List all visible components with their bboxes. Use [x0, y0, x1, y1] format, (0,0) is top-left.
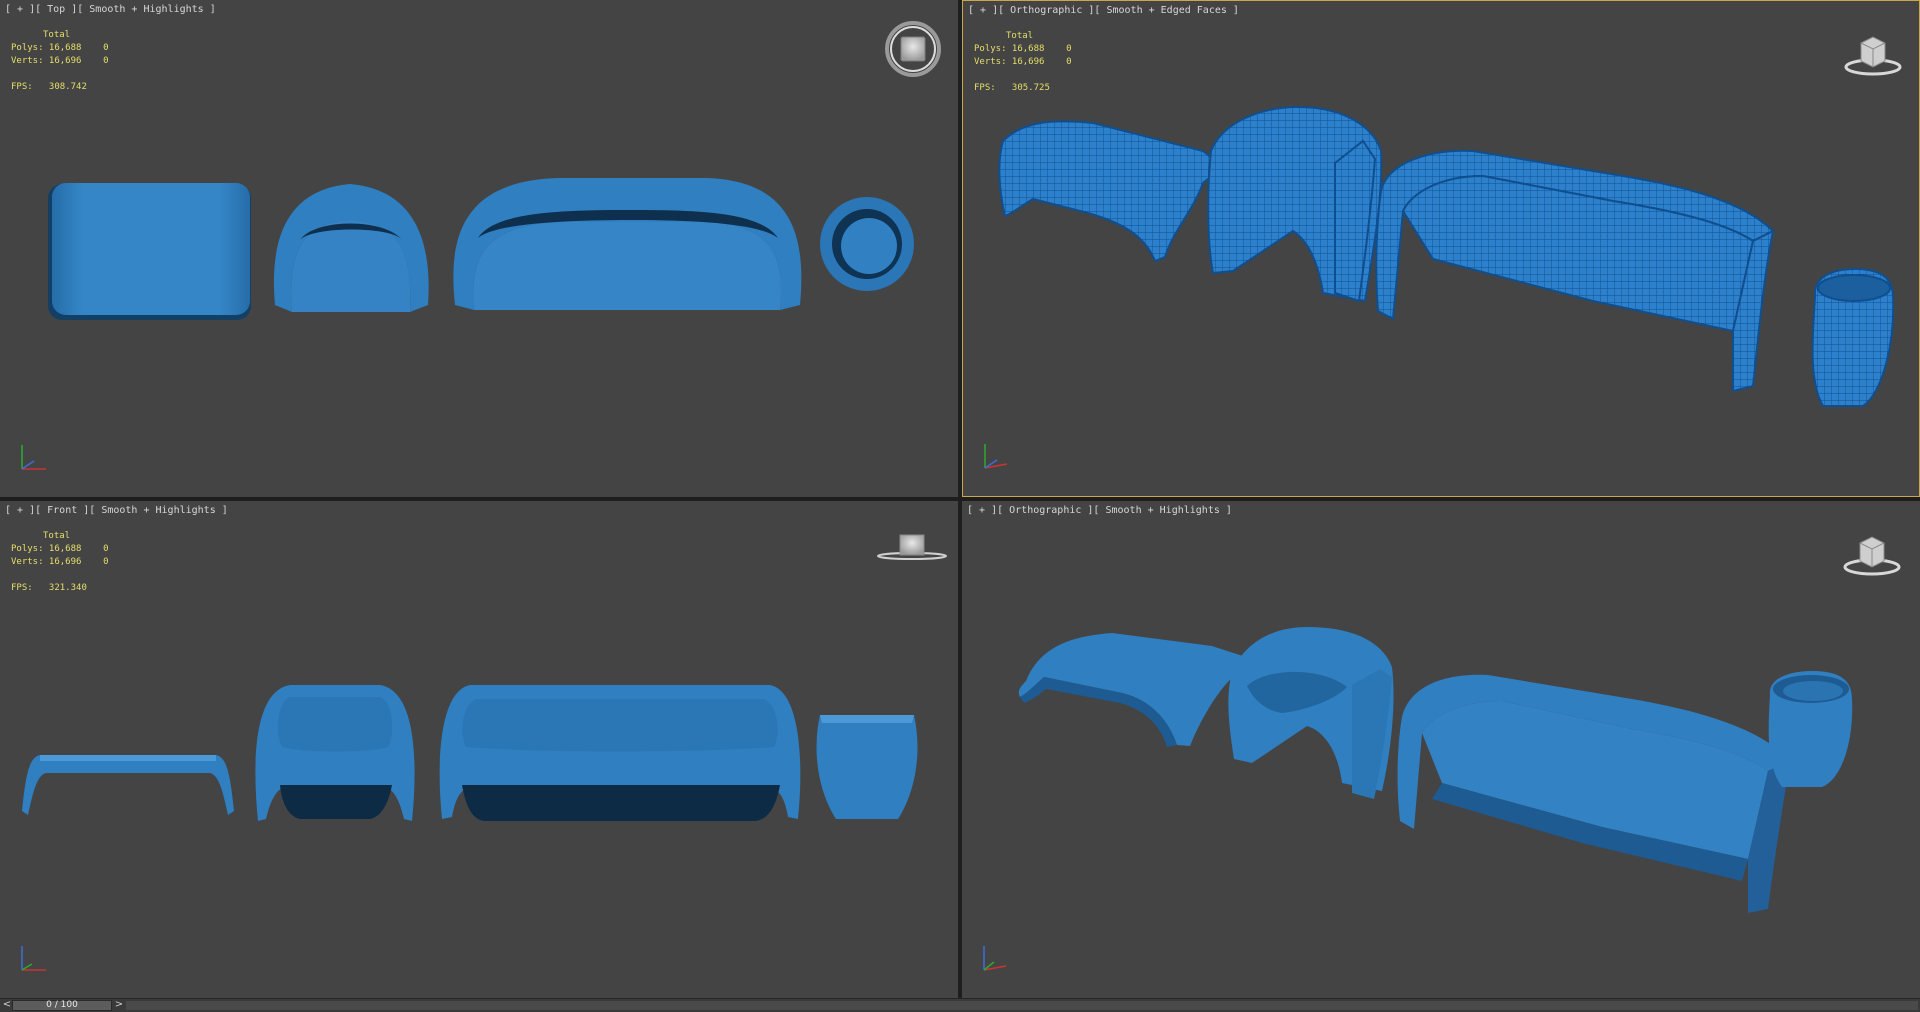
- table-smooth: [1018, 633, 1252, 747]
- timeline-prev-button[interactable]: <: [2, 999, 12, 1012]
- timeline-track[interactable]: [126, 1001, 1918, 1010]
- axis-tripod-icon: [14, 938, 54, 982]
- table-top-view: [48, 183, 251, 320]
- scene-ortho-edged: [998, 105, 1895, 407]
- stool-wireframe: [1811, 267, 1895, 407]
- viewcube-icon[interactable]: [1843, 31, 1903, 81]
- viewport-top[interactable]: [ + ][ Top ][ Smooth + Highlights ] Tota…: [0, 0, 958, 497]
- armchair-top-view: [273, 184, 429, 312]
- table-front-view: [22, 755, 234, 815]
- viewcube-icon[interactable]: [1842, 531, 1902, 581]
- armchair-wireframe: [1207, 105, 1383, 303]
- stool-top-view: [820, 197, 914, 291]
- viewcube-front-icon[interactable]: [876, 531, 948, 567]
- viewport-front[interactable]: [ + ][ Front ][ Smooth + Highlights ] To…: [0, 501, 958, 998]
- armchair-smooth: [1228, 627, 1394, 799]
- sofa-smooth: [1397, 674, 1790, 913]
- scene-top: [48, 178, 914, 320]
- timeline-bar: < 0 / 100 >: [0, 998, 1920, 1012]
- timeline-next-button[interactable]: >: [114, 999, 124, 1012]
- axis-tripod-icon: [977, 436, 1017, 480]
- time-slider[interactable]: 0 / 100: [12, 1000, 112, 1011]
- armchair-front-view: [255, 685, 415, 821]
- axis-tripod-icon: [14, 437, 54, 481]
- viewport-ortho-smooth[interactable]: [ + ][ Orthographic ][ Smooth + Highligh…: [962, 501, 1920, 998]
- sofa-front-view: [439, 685, 801, 821]
- viewport-ortho-edged[interactable]: [ + ][ Orthographic ][ Smooth + Edged Fa…: [962, 0, 1920, 497]
- viewcube-top-icon[interactable]: [884, 20, 942, 82]
- stool-smooth: [1768, 671, 1853, 787]
- scene-front: [22, 685, 918, 821]
- sofa-wireframe: [1375, 149, 1775, 393]
- stool-front-view: [816, 715, 918, 819]
- scene-ortho-smooth: [1018, 627, 1853, 913]
- axis-tripod-icon: [976, 938, 1016, 982]
- sofa-top-view: [453, 178, 802, 310]
- table-wireframe: [998, 120, 1225, 263]
